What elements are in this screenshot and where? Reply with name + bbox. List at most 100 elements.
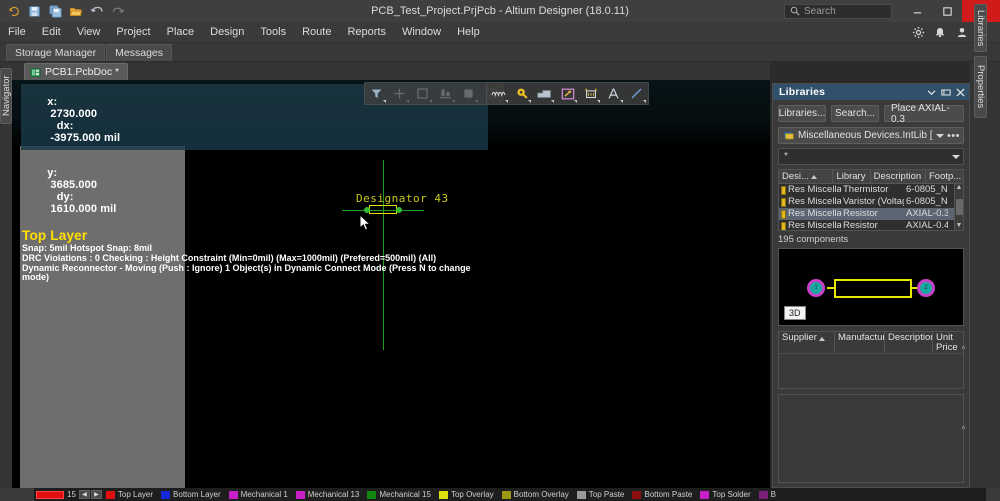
close-icon[interactable] <box>956 87 965 97</box>
library-select[interactable]: Miscellaneous Devices.IntLib [Compo ••• <box>778 127 964 144</box>
table-row-selected[interactable]: Res Miscella Resistor AXIAL-0.3 <box>779 208 954 220</box>
search-button[interactable]: Search... <box>831 105 879 122</box>
active-layer-swatch[interactable] <box>36 490 64 499</box>
gear-icon[interactable] <box>908 22 928 43</box>
square-select-icon[interactable] <box>411 83 434 104</box>
menu-window[interactable]: Window <box>394 22 449 43</box>
layer-tab-top-solder[interactable]: Top Solder <box>697 488 755 501</box>
menu-route[interactable]: Route <box>294 22 339 43</box>
cell-description: Resistor <box>843 208 878 219</box>
save-icon[interactable] <box>25 2 43 20</box>
align-bottom-icon[interactable] <box>434 83 457 104</box>
place-component-button[interactable]: Place AXIAL-0.3 <box>884 103 964 125</box>
cell-footprint: AXIAL-0.3 <box>906 208 948 219</box>
y-value: 3685.000 <box>50 179 98 191</box>
components-table-rows: Res Miscella Thermistor 6-0805_N Res Mis… <box>779 184 954 230</box>
layer-tab-label: Bottom Layer <box>173 490 221 499</box>
bell-icon[interactable] <box>930 22 950 43</box>
preview-3d-toggle[interactable]: 3D <box>784 306 806 320</box>
user-icon[interactable] <box>952 22 972 43</box>
layer-tab-label: Top Overlay <box>450 490 494 499</box>
place-dimension-icon[interactable] <box>556 83 579 104</box>
save-all-icon[interactable] <box>46 2 64 20</box>
components-table-scrollbar[interactable]: ▲ ▼ <box>954 184 963 230</box>
tab-messages[interactable]: Messages <box>106 44 172 61</box>
menu-help[interactable]: Help <box>449 22 488 43</box>
layer-next-button[interactable]: ▶ <box>90 490 102 499</box>
menu-edit[interactable]: Edit <box>34 22 69 43</box>
components-table[interactable]: Desi... Library Description Footp... Res… <box>778 169 964 231</box>
layer-tab-top-layer[interactable]: Top Layer <box>103 488 158 501</box>
libraries-panel-header: Libraries <box>773 84 969 100</box>
tab-storage-manager[interactable]: Storage Manager <box>6 44 106 61</box>
layer-color-swatch <box>501 490 511 499</box>
left-rail: Navigator <box>0 62 12 501</box>
pcb-canvas[interactable]: Designator 43 x: 2730.000 dx: -3975.000 … <box>12 80 770 488</box>
layer-tab-mechanical-13[interactable]: Mechanical 13 <box>293 488 365 501</box>
place-via-icon[interactable] <box>510 83 533 104</box>
document-tab-pcb1[interactable]: PCB1.PcbDoc * <box>24 63 129 80</box>
column-header-designator[interactable]: Desi... <box>779 170 834 183</box>
redo-icon[interactable] <box>109 2 127 20</box>
column-header-supplier[interactable]: Supplier <box>779 332 835 353</box>
layer-tab-mechanical-1[interactable]: Mechanical 1 <box>226 488 293 501</box>
layer-tab-bottom-paste[interactable]: Bottom Paste <box>629 488 697 501</box>
filter-icon[interactable] <box>365 83 388 104</box>
scrollbar-thumb[interactable] <box>955 199 963 215</box>
menu-project[interactable]: Project <box>108 22 158 43</box>
layer-tab-mechanical-15[interactable]: Mechanical 15 <box>364 488 436 501</box>
place-polygon-icon[interactable] <box>533 83 556 104</box>
supplier-table[interactable]: Supplier Manufacturer Description Unit P… <box>778 331 964 389</box>
undo-history-icon[interactable] <box>4 2 22 20</box>
column-header-manufacturer[interactable]: Manufacturer <box>835 332 885 353</box>
undo-icon[interactable] <box>88 2 106 20</box>
layer-tab-top-overlay[interactable]: Top Overlay <box>436 488 499 501</box>
menu-design[interactable]: Design <box>202 22 252 43</box>
column-header-description[interactable]: Description <box>871 170 926 183</box>
menu-file[interactable]: File <box>0 22 34 43</box>
chevron-down-icon[interactable] <box>935 133 944 138</box>
component-preview[interactable]: 1 2 3D <box>778 248 964 326</box>
more-options-icon[interactable]: ••• <box>947 130 960 141</box>
menu-place[interactable]: Place <box>159 22 203 43</box>
layer-prev-button[interactable]: ◀ <box>78 490 90 499</box>
minimize-button[interactable] <box>902 0 932 22</box>
pin-icon[interactable] <box>941 88 951 97</box>
maximize-button[interactable] <box>932 0 962 22</box>
layer-tab-bottom-overlay[interactable]: Bottom Overlay <box>499 488 574 501</box>
column-header-library[interactable]: Library <box>833 170 871 183</box>
chevron-down-icon[interactable] <box>927 89 936 96</box>
menu-view[interactable]: View <box>69 22 109 43</box>
table-row[interactable]: Res Miscella Thermistor 6-0805_N <box>779 184 954 196</box>
route-net-icon[interactable] <box>487 83 510 104</box>
search-input[interactable]: Search <box>784 3 892 19</box>
rail-tab-navigator[interactable]: Navigator <box>0 68 12 124</box>
cell-footprint: 6-0805_N <box>906 184 948 195</box>
layer-tab-bottom-solder[interactable]: B <box>756 488 781 501</box>
scroll-down-icon[interactable]: ▼ <box>956 222 963 230</box>
collapse-up-icon-2[interactable]: ^ <box>959 426 968 434</box>
scroll-up-icon[interactable]: ▲ <box>956 184 963 192</box>
layer-bar: 15 ◀ ▶ Top Layer Bottom Layer Mechanical… <box>0 488 1000 501</box>
column-header-supplier-description[interactable]: Description <box>885 332 933 353</box>
add-crosshair-icon[interactable] <box>388 83 411 104</box>
place-text-icon[interactable] <box>602 83 625 104</box>
menu-reports[interactable]: Reports <box>339 22 394 43</box>
open-folder-icon[interactable] <box>67 2 85 20</box>
table-row[interactable]: Res Miscella Varistor (Voltage- 6-0805_N <box>779 196 954 208</box>
menu-tools[interactable]: Tools <box>252 22 294 43</box>
chevron-down-icon[interactable] <box>952 154 960 159</box>
collapse-up-icon-1[interactable]: ^ <box>959 346 968 354</box>
fill-region-icon[interactable] <box>457 83 480 104</box>
table-row[interactable]: Res Miscella Resistor AXIAL-0.4 <box>779 220 954 230</box>
place-component-icon[interactable] <box>579 83 602 104</box>
rail-tab-properties[interactable]: Properties <box>974 56 987 118</box>
layer-tab-label: Top Layer <box>117 490 154 499</box>
rail-tab-libraries[interactable]: Libraries <box>974 4 987 52</box>
layer-tab-top-paste[interactable]: Top Paste <box>574 488 630 501</box>
libraries-button[interactable]: Libraries... <box>778 105 826 122</box>
layer-tab-bottom-layer[interactable]: Bottom Layer <box>158 488 226 501</box>
place-line-icon[interactable] <box>625 83 648 104</box>
column-header-footprint[interactable]: Footp... <box>926 170 963 183</box>
component-filter-input[interactable]: * <box>778 148 964 165</box>
